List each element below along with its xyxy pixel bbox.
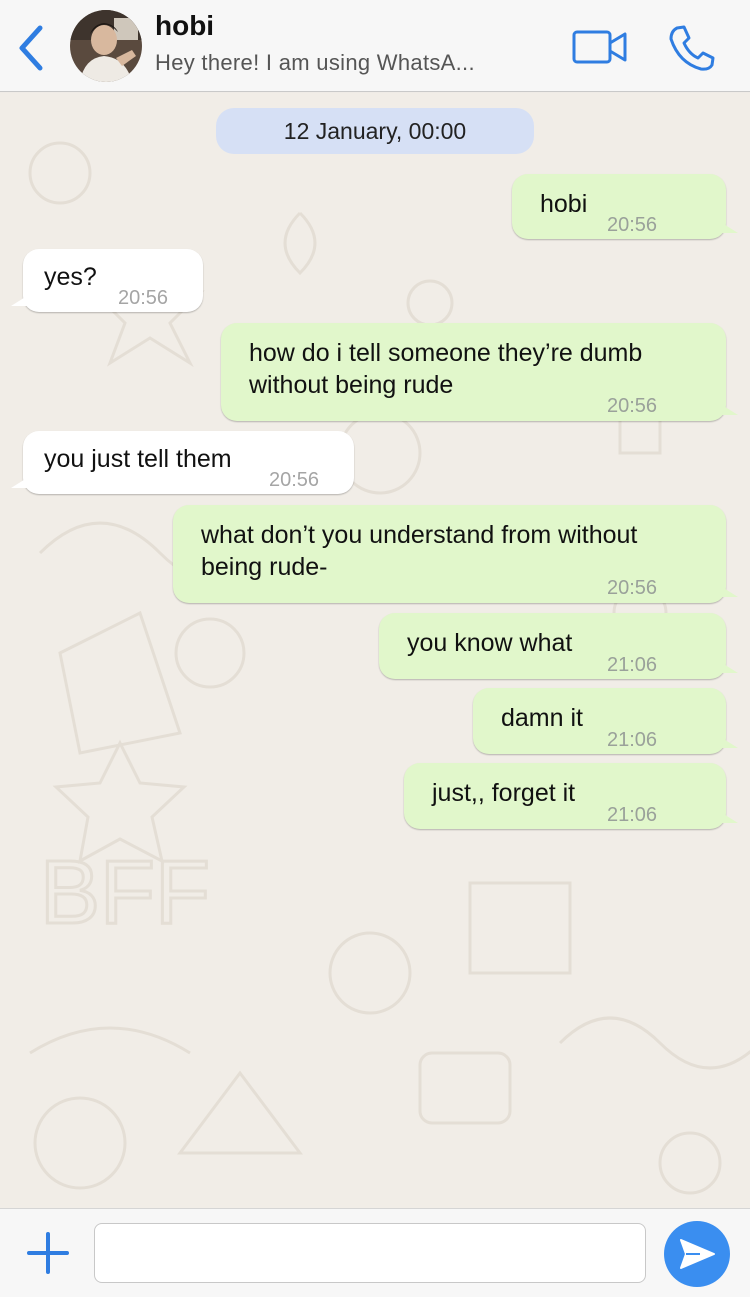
bubble-tail xyxy=(722,223,738,233)
bubble-tail xyxy=(722,738,738,748)
avatar[interactable] xyxy=(70,10,142,82)
back-button[interactable] xyxy=(12,22,52,74)
message-bubble-outgoing[interactable]: how do i tell someone they’re dumb witho… xyxy=(221,323,738,421)
voice-call-button[interactable] xyxy=(665,22,717,74)
bubble-tail xyxy=(722,813,738,823)
bubble-tail xyxy=(722,663,738,673)
contact-status: Hey there! I am using WhatsA... xyxy=(155,50,475,75)
message-text: you know what xyxy=(407,629,573,657)
message-input[interactable] xyxy=(94,1223,646,1283)
message-time: 21:06 xyxy=(607,804,658,826)
bubble-tail xyxy=(722,405,738,415)
avatar-photo xyxy=(70,10,142,82)
message-bubble-outgoing[interactable]: you know what 21:06 xyxy=(379,613,738,679)
composer-bar xyxy=(0,1208,750,1297)
message-text: you just tell them xyxy=(44,445,232,473)
send-arrow-icon xyxy=(680,1239,715,1269)
message-time: 20:56 xyxy=(607,214,658,236)
video-call-button[interactable] xyxy=(571,28,629,68)
message-time: 21:06 xyxy=(607,729,658,751)
message-text: being rude- xyxy=(201,553,328,581)
contact-name[interactable]: hobi xyxy=(155,10,214,42)
message-text: without being rude xyxy=(249,371,454,399)
message-bubble-incoming[interactable]: yes? 20:56 xyxy=(11,249,203,312)
message-bubble-outgoing[interactable]: damn it 21:06 xyxy=(473,688,738,754)
message-text: how do i tell someone they’re dumb xyxy=(249,339,643,367)
date-separator: 12 January, 00:00 xyxy=(216,108,534,154)
message-text: damn it xyxy=(501,704,583,732)
video-camera-icon xyxy=(572,30,627,64)
message-text: what don’t you understand from without xyxy=(201,521,638,549)
message-text: hobi xyxy=(540,190,588,218)
message-time: 21:06 xyxy=(607,654,658,676)
bubble-tail xyxy=(11,478,27,488)
message-bubble-outgoing[interactable]: hobi 20:56 xyxy=(512,174,738,239)
message-list[interactable]: BFF 12 January, 00:00 hobi 20:56 yes? 20… xyxy=(0,93,750,1208)
message-bubble-outgoing[interactable]: what don’t you understand from without b… xyxy=(173,505,738,603)
plus-icon xyxy=(27,1232,69,1274)
message-time: 20:56 xyxy=(269,469,320,491)
chevron-left-icon xyxy=(19,25,43,71)
message-text: just,, forget it xyxy=(432,779,576,807)
attach-button[interactable] xyxy=(26,1231,70,1275)
bubble-tail xyxy=(11,296,27,306)
message-time: 20:56 xyxy=(118,287,169,309)
phone-icon xyxy=(669,25,715,71)
message-time: 20:56 xyxy=(607,577,658,599)
message-bubble-incoming[interactable]: you just tell them 20:56 xyxy=(11,431,354,494)
bubble-tail xyxy=(722,587,738,597)
svg-text:BFF: BFF xyxy=(40,843,210,943)
message-bubble-outgoing[interactable]: just,, forget it 21:06 xyxy=(404,763,738,829)
send-button[interactable] xyxy=(664,1221,730,1287)
chat-header: hobi Hey there! I am using WhatsA... xyxy=(0,0,750,92)
message-text: yes? xyxy=(44,263,97,291)
message-time: 20:56 xyxy=(607,395,658,417)
